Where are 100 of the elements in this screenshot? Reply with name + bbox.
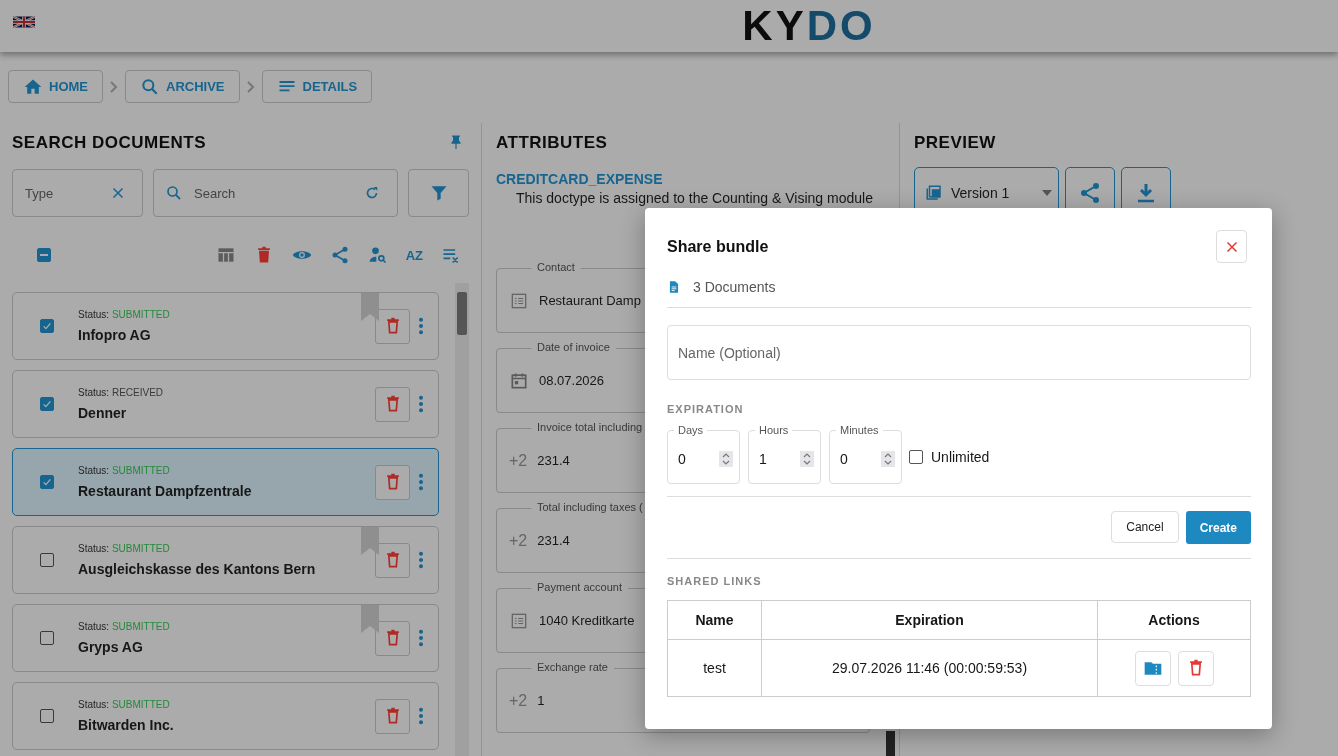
- document-name: Restaurant Dampfzentrale: [78, 483, 253, 499]
- field-value: 0: [840, 451, 849, 467]
- checkbox[interactable]: [40, 475, 54, 489]
- table-cell: test: [667, 639, 762, 697]
- field-label: Contact: [531, 261, 581, 273]
- section-title: SHARED LINKS: [667, 575, 763, 587]
- status-value: SUBMITTED: [111, 465, 170, 476]
- search-field[interactable]: Search: [153, 169, 398, 217]
- select-all-checkbox[interactable]: [37, 248, 51, 262]
- caret-icon: [1042, 190, 1052, 196]
- more-icon[interactable]: [418, 628, 425, 648]
- document-name: Gryps AG: [78, 639, 144, 655]
- checkbox[interactable]: [40, 553, 54, 567]
- table-cell: 29.07.2026 11:46 (00:00:59:53): [761, 639, 1098, 697]
- field-value: 1: [537, 693, 545, 708]
- person-search-icon[interactable]: [367, 245, 388, 265]
- folder-button[interactable]: [1134, 650, 1171, 686]
- panel-title: PREVIEW: [914, 133, 997, 153]
- share-icon: [1078, 181, 1102, 205]
- prefix-text: +2: [509, 691, 528, 710]
- document-name: Infopro AG: [78, 327, 152, 343]
- document-count: 3 Documents: [693, 279, 776, 295]
- unlimited-checkbox[interactable]: [909, 450, 923, 464]
- more-icon[interactable]: [418, 316, 425, 336]
- status-value: SUBMITTED: [111, 309, 170, 320]
- status-label: Status:: [78, 387, 110, 398]
- delete-button[interactable]: [375, 620, 411, 656]
- stepper-icon[interactable]: [800, 451, 814, 467]
- field-value: Restaurant Damp: [539, 293, 641, 308]
- document-name: Bitwarden Inc.: [78, 717, 175, 733]
- field-value: 08.07.2026: [539, 373, 605, 388]
- flag-icon[interactable]: [13, 14, 35, 30]
- status-value: SUBMITTED: [111, 699, 170, 710]
- document-card[interactable]: Status: SUBMITTED Restaurant Dampfzentrale: [12, 448, 440, 516]
- column-header: Name: [667, 600, 762, 640]
- delete-button[interactable]: [375, 464, 411, 500]
- more-icon[interactable]: [418, 394, 425, 414]
- checkbox-label: Unlimited: [931, 449, 990, 465]
- panel-title: ATTRIBUTES: [496, 133, 609, 153]
- status-label: Status:: [78, 621, 110, 632]
- field-label: Exchange rate: [531, 661, 614, 673]
- document-name: Denner: [78, 405, 128, 421]
- prefix-text: +2: [509, 451, 528, 470]
- section-title: EXPIRATION: [667, 403, 745, 415]
- document-name: Ausgleichskasse des Kantons Bern: [78, 561, 317, 577]
- create-button[interactable]: Create: [1185, 511, 1251, 544]
- search-icon: [165, 184, 183, 202]
- close-button[interactable]: [1216, 230, 1247, 263]
- checkbox[interactable]: [40, 709, 54, 723]
- document-icon: [667, 279, 681, 295]
- logo: KYDO: [742, 5, 876, 47]
- document-card[interactable]: Status: SUBMITTED Bitwarden Inc.: [12, 682, 440, 750]
- chevron-icon: [109, 79, 119, 94]
- field-value: 231.4: [537, 533, 570, 548]
- document-card[interactable]: Status: SUBMITTED Gryps AG: [12, 604, 440, 672]
- status-label: Status:: [78, 699, 110, 710]
- field-value: 1: [759, 451, 768, 467]
- field-label: Payment account: [531, 581, 628, 593]
- checkbox[interactable]: [40, 397, 54, 411]
- more-icon[interactable]: [418, 706, 425, 726]
- status-label: Status:: [78, 543, 110, 554]
- doctype-label: CREDITCARD_EXPENSE: [496, 171, 664, 187]
- filter-button[interactable]: [408, 169, 469, 217]
- delete-button[interactable]: [375, 542, 411, 578]
- field-label: Date of invoice: [531, 341, 616, 353]
- field-label: Days: [674, 424, 708, 436]
- name-field[interactable]: Name (Optional): [667, 325, 1251, 380]
- copies-icon: [925, 184, 943, 202]
- field-value: 231.4: [537, 453, 570, 468]
- checkbox[interactable]: [40, 631, 54, 645]
- document-card[interactable]: Status: SUBMITTED Ausgleichskasse des Kantons Bern: [12, 526, 440, 594]
- delete-button[interactable]: [375, 698, 411, 734]
- prefix-text: +2: [509, 531, 528, 550]
- scrollbar[interactable]: [455, 283, 469, 756]
- column-header: Expiration: [761, 600, 1098, 640]
- delete-button[interactable]: [375, 308, 411, 344]
- type-field[interactable]: Type: [12, 169, 143, 217]
- stepper-icon[interactable]: [881, 451, 895, 467]
- cancel-button[interactable]: Cancel: [1111, 511, 1179, 543]
- field-label: Hours: [755, 424, 793, 436]
- field-value: 0: [678, 451, 687, 467]
- column-header: Actions: [1097, 600, 1251, 640]
- more-icon[interactable]: [418, 550, 425, 570]
- field-label: Minutes: [836, 424, 883, 436]
- status-value: SUBMITTED: [111, 543, 170, 554]
- more-icon[interactable]: [418, 472, 425, 492]
- status-value: SUBMITTED: [111, 621, 170, 632]
- field-value: 1040 Kreditkarte: [539, 613, 635, 628]
- stepper-icon[interactable]: [719, 451, 733, 467]
- status-label: Status:: [78, 465, 110, 476]
- delete-button[interactable]: [375, 386, 411, 422]
- checkbox[interactable]: [40, 319, 54, 333]
- panel-title: SEARCH DOCUMENTS: [12, 133, 207, 153]
- document-card[interactable]: Status: RECEIVED Denner: [12, 370, 440, 438]
- status-label: Status:: [78, 309, 110, 320]
- document-card[interactable]: Status: SUBMITTED Infopro AG: [12, 292, 440, 360]
- chevron-icon: [245, 79, 256, 94]
- scrollbar-thumb[interactable]: [886, 731, 895, 756]
- doctype-note: This doctype is assigned to the Counting & Vising module: [516, 190, 874, 206]
- search-icon: [140, 76, 160, 97]
